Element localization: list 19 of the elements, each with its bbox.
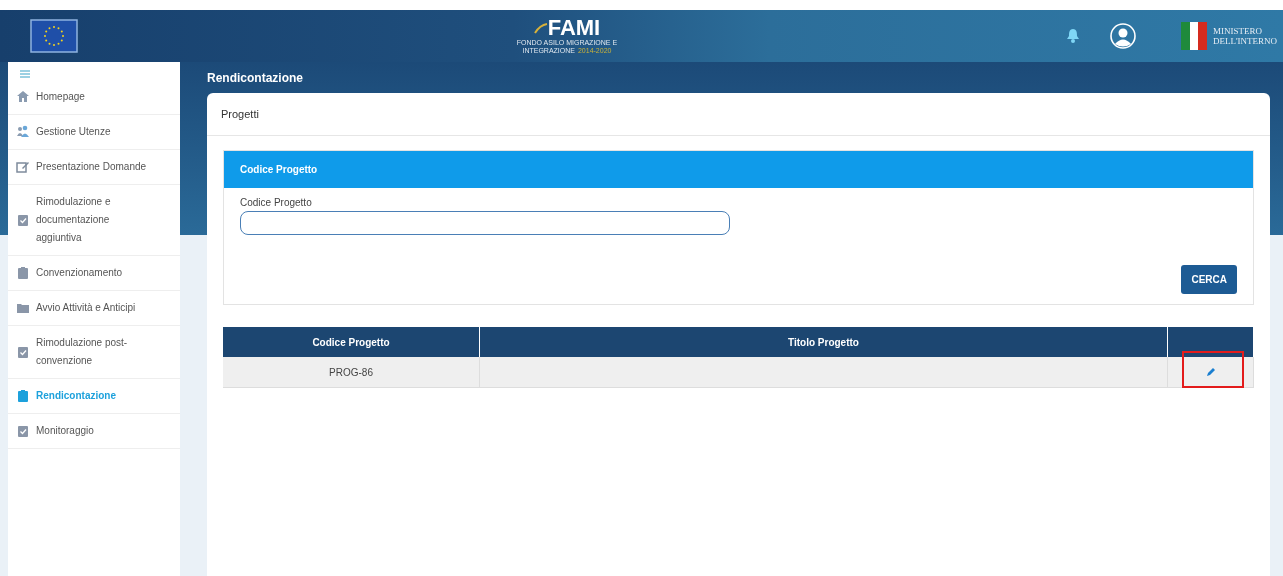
logo-title: FAMI	[547, 17, 601, 39]
column-header: Codice Progetto	[223, 327, 480, 357]
sidebar-item[interactable]: Rimodulazione post-convenzione	[8, 326, 180, 379]
table-cell: PROG-86	[223, 357, 480, 388]
ministry-name: DELL'INTERNO	[1212, 36, 1277, 46]
sidebar-item[interactable]: Avvio Attività e Anticipi	[8, 291, 180, 326]
search-button[interactable]: CERCA	[1181, 265, 1237, 294]
sidebar-item[interactable]: Monitoraggio	[8, 414, 180, 449]
column-header: Titolo Progetto	[480, 327, 1168, 357]
sidebar-item[interactable]: Convenzionamento	[8, 256, 180, 291]
field-label: Codice Progetto	[240, 197, 313, 208]
page-title: Rendicontazione	[207, 69, 304, 87]
sidebar-item[interactable]: Homepage	[8, 80, 180, 115]
sidebar-item[interactable]: Rimodulazione e documentazione aggiuntiva	[8, 185, 180, 256]
sidebar-item[interactable]: Gestione Utenze	[8, 115, 180, 150]
sidebar-item[interactable]: Presentazione Domande	[8, 150, 180, 185]
card-title: Progetti	[221, 108, 259, 120]
panel-title: Codice Progetto	[240, 164, 318, 175]
ministry-name: MINISTERO	[1212, 26, 1263, 36]
